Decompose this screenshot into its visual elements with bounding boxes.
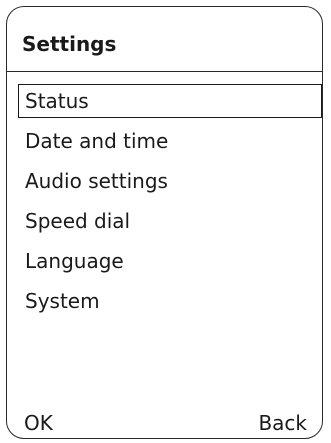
menu-item-audio-settings[interactable]: Audio settings: [18, 164, 322, 198]
back-softkey[interactable]: Back: [258, 409, 307, 437]
menu-item-date-and-time[interactable]: Date and time: [18, 124, 322, 158]
menu-item-speed-dial[interactable]: Speed dial: [18, 204, 322, 238]
header-divider: [7, 71, 322, 72]
menu-item-system[interactable]: System: [18, 284, 322, 318]
ok-softkey[interactable]: OK: [24, 409, 53, 437]
screen-title: Settings: [22, 32, 117, 56]
menu-item-language[interactable]: Language: [18, 244, 322, 278]
menu-item-status[interactable]: Status: [18, 84, 322, 118]
settings-menu: Status Date and time Audio settings Spee…: [18, 84, 322, 324]
